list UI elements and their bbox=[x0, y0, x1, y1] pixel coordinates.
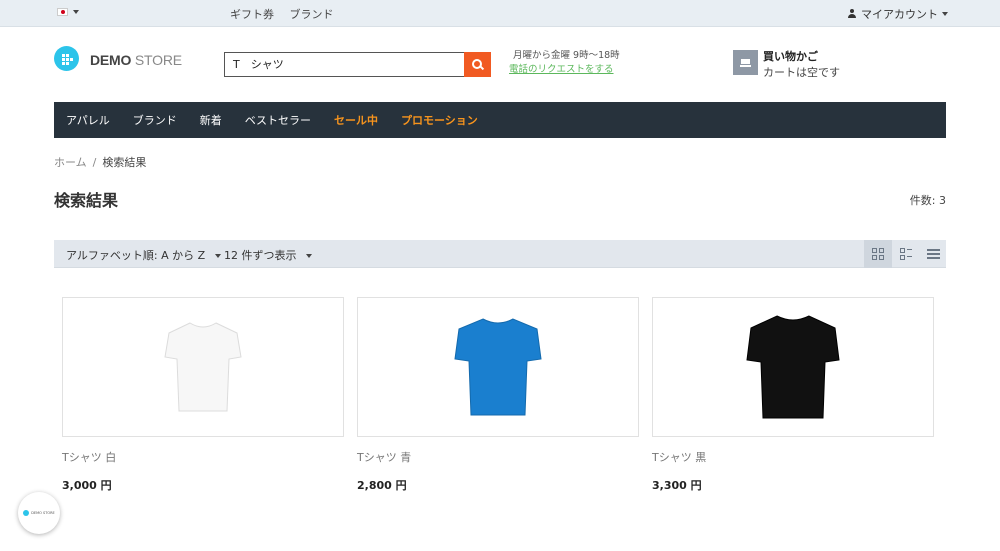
tshirt-black-image bbox=[746, 315, 840, 419]
nav-item-promotion[interactable]: プロモーション bbox=[401, 112, 478, 128]
chevron-down-icon bbox=[306, 254, 312, 258]
list-view-icon bbox=[926, 248, 940, 260]
nav-item-apparel[interactable]: アパレル bbox=[66, 112, 110, 128]
grid-view-button[interactable] bbox=[864, 240, 892, 268]
logo[interactable]: DEMO STORE bbox=[90, 52, 182, 68]
product-price: 3,000 円 bbox=[62, 479, 112, 492]
listing-toolbar: アルファベット順: A から Z 12 件ずつ表示 bbox=[54, 240, 946, 268]
nav-item-brand[interactable]: ブランド bbox=[133, 112, 177, 128]
search-icon bbox=[471, 58, 484, 71]
chevron-down-icon bbox=[942, 12, 948, 16]
product-image[interactable] bbox=[62, 297, 344, 437]
cart-icon bbox=[740, 58, 751, 67]
tshirt-white-image bbox=[164, 322, 242, 412]
tshirt-blue-image bbox=[454, 318, 542, 416]
product-name[interactable]: Tシャツ 青 bbox=[357, 449, 639, 465]
cart-title[interactable]: 買い物かご bbox=[763, 48, 818, 64]
search-button[interactable] bbox=[464, 52, 491, 77]
product-card[interactable]: Tシャツ 青 2,800 円 bbox=[357, 297, 639, 493]
product-image[interactable] bbox=[652, 297, 934, 437]
sort-dropdown[interactable]: アルファベット順: A から Z bbox=[66, 247, 221, 263]
cart-status: カートは空です bbox=[763, 66, 840, 79]
account-label: マイアカウント bbox=[861, 8, 938, 21]
logo-icon[interactable] bbox=[54, 46, 79, 71]
top-bar: ギフト券 ブランド マイアカウント bbox=[0, 0, 1000, 27]
cart-button[interactable] bbox=[733, 50, 758, 75]
product-image[interactable] bbox=[357, 297, 639, 437]
breadcrumb-separator: / bbox=[92, 156, 97, 169]
breadcrumb-home[interactable]: ホーム bbox=[54, 156, 87, 169]
product-price: 2,800 円 bbox=[357, 479, 407, 492]
nav-item-new[interactable]: 新着 bbox=[200, 112, 222, 128]
result-count: 件数: 3 bbox=[909, 194, 946, 207]
product-card[interactable]: Tシャツ 黒 3,300 円 bbox=[652, 297, 934, 493]
breadcrumb: ホーム / 検索結果 bbox=[54, 154, 146, 170]
callback-request-link[interactable]: 電話のリクエストをする bbox=[509, 61, 614, 75]
account-menu[interactable]: マイアカウント bbox=[847, 6, 948, 22]
chevron-down-icon bbox=[214, 254, 221, 258]
top-link-brand[interactable]: ブランド bbox=[290, 8, 334, 21]
language-chevron-down-icon[interactable] bbox=[73, 10, 79, 14]
sort-label: アルファベット順: A から Z bbox=[66, 249, 206, 262]
product-price: 3,300 円 bbox=[652, 479, 702, 492]
badge-text: DEMO STORE bbox=[31, 511, 55, 515]
logo-light: STORE bbox=[131, 52, 182, 68]
list-grid-view-button[interactable] bbox=[892, 240, 920, 268]
nav-item-bestseller[interactable]: ベストセラー bbox=[245, 112, 311, 128]
user-icon bbox=[847, 9, 857, 19]
logo-icon bbox=[23, 510, 30, 516]
page-title: 検索結果 bbox=[54, 191, 119, 210]
nav-item-sale[interactable]: セール中 bbox=[334, 112, 378, 128]
list-grid-view-icon bbox=[900, 248, 912, 260]
search-input[interactable]: T シャツ bbox=[224, 52, 465, 77]
top-link-gift[interactable]: ギフト券 bbox=[230, 8, 274, 21]
product-name[interactable]: Tシャツ 白 bbox=[62, 449, 344, 465]
logo-bold: DEMO bbox=[90, 52, 132, 68]
main-nav: アパレル ブランド 新着 ベストセラー セール中 プロモーション bbox=[54, 102, 946, 138]
top-links: ギフト券 ブランド bbox=[230, 6, 346, 22]
floating-store-badge[interactable]: DEMO STORE bbox=[18, 492, 60, 534]
grid-view-icon bbox=[872, 248, 884, 260]
product-name[interactable]: Tシャツ 黒 bbox=[652, 449, 934, 465]
product-card[interactable]: Tシャツ 白 3,000 円 bbox=[62, 297, 344, 493]
business-hours: 月曜から金曜 9時～18時 bbox=[513, 50, 620, 61]
per-page-label: 12 件ずつ表示 bbox=[224, 249, 297, 262]
list-view-button[interactable] bbox=[919, 240, 947, 268]
breadcrumb-current: 検索結果 bbox=[102, 156, 147, 169]
per-page-dropdown[interactable]: 12 件ずつ表示 bbox=[224, 247, 312, 263]
jp-flag-icon[interactable] bbox=[57, 8, 68, 16]
